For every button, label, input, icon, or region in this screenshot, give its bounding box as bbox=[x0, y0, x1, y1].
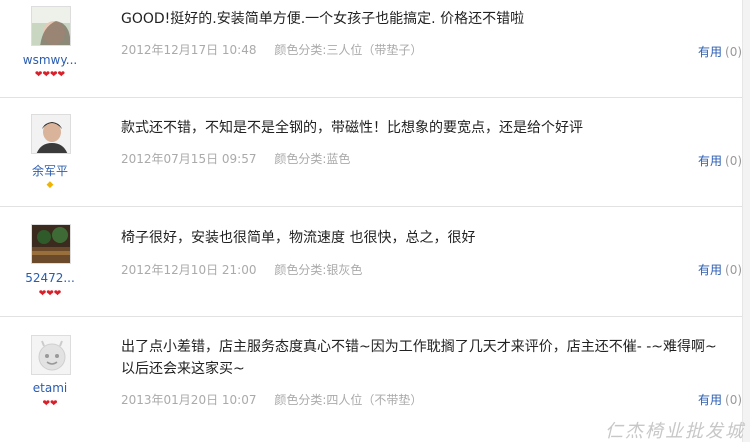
diamond-icon: ◆ bbox=[46, 180, 54, 190]
review-date: 2012年12月17日 10:48 bbox=[121, 43, 257, 57]
user-avatar[interactable] bbox=[31, 224, 71, 264]
review-text: 椅子很好，安装也很简单，物流速度 也很快，总之，很好 bbox=[121, 230, 476, 246]
review-text: 出了点小差错，店主服务态度真心不错~因为工作耽搁了几天才来评价，店主还不催- -… bbox=[121, 339, 717, 377]
useful-button[interactable]: 有用 bbox=[698, 393, 722, 407]
buyer-rank-badge: ❤❤ bbox=[0, 399, 100, 409]
review-meta: 2012年07月15日 09:57 颜色分类:蓝色 bbox=[121, 150, 350, 167]
useful-button[interactable]: 有用 bbox=[698, 263, 722, 277]
useful-button[interactable]: 有用 bbox=[698, 45, 722, 59]
review-text: 款式还不错，不知是不是全钢的，带磁性！比想象的要宽点，还是给个好评 bbox=[121, 120, 583, 136]
useful-vote[interactable]: 有用 (0) bbox=[698, 391, 742, 408]
useful-count: (0) bbox=[725, 154, 743, 168]
review-date: 2012年12月10日 21:00 bbox=[121, 263, 257, 277]
review-text: GOOD!挺好的.安装简单方便.一个女孩子也能搞定. 价格还不错啦 bbox=[121, 11, 525, 27]
buyer-rank-badge: ❤❤❤❤ bbox=[0, 70, 100, 80]
review-item: 52472... ❤❤❤ 椅子很好，安装也很简单，物流速度 也很快，总之，很好 … bbox=[0, 207, 750, 317]
useful-vote[interactable]: 有用 (0) bbox=[698, 43, 742, 60]
review-meta: 2012年12月10日 21:00 颜色分类:银灰色 bbox=[121, 261, 362, 278]
buyer-rank-badge: ◆ bbox=[0, 180, 100, 190]
useful-button[interactable]: 有用 bbox=[698, 154, 722, 168]
variant-info: 颜色分类:银灰色 bbox=[274, 263, 363, 277]
shop-watermark: 仁杰椅业批发城 bbox=[605, 421, 745, 442]
username[interactable]: 52472... bbox=[0, 271, 100, 285]
useful-vote[interactable]: 有用 (0) bbox=[698, 261, 742, 278]
buyer-rank-badge: ❤❤❤ bbox=[0, 289, 100, 299]
variant-info: 颜色分类:三人位（带垫子） bbox=[274, 43, 423, 57]
useful-count: (0) bbox=[725, 393, 743, 407]
review-item: wsmwy... ❤❤❤❤ GOOD!挺好的.安装简单方便.一个女孩子也能搞定.… bbox=[0, 0, 750, 98]
useful-vote[interactable]: 有用 (0) bbox=[698, 152, 742, 169]
username[interactable]: etami bbox=[0, 381, 100, 395]
review-date: 2012年07月15日 09:57 bbox=[121, 152, 257, 166]
useful-count: (0) bbox=[725, 263, 743, 277]
scrollbar-track[interactable] bbox=[742, 0, 750, 442]
user-avatar[interactable] bbox=[31, 335, 71, 375]
heart-icon: ❤❤ bbox=[42, 399, 58, 409]
username[interactable]: wsmwy... bbox=[0, 53, 100, 67]
user-avatar[interactable] bbox=[31, 114, 71, 154]
variant-info: 颜色分类:蓝色 bbox=[274, 152, 351, 166]
user-avatar[interactable] bbox=[31, 6, 71, 46]
review-meta: 2012年12月17日 10:48 颜色分类:三人位（带垫子） bbox=[121, 41, 422, 58]
review-item: 余军平 ◆ 款式还不错，不知是不是全钢的，带磁性！比想象的要宽点，还是给个好评 … bbox=[0, 98, 750, 207]
review-date: 2013年01月20日 10:07 bbox=[121, 393, 257, 407]
heart-icon: ❤❤❤❤ bbox=[34, 70, 66, 80]
useful-count: (0) bbox=[725, 45, 743, 59]
review-meta: 2013年01月20日 10:07 颜色分类:四人位（不带垫） bbox=[121, 391, 422, 408]
variant-info: 颜色分类:四人位（不带垫） bbox=[274, 393, 423, 407]
heart-icon: ❤❤❤ bbox=[38, 289, 62, 299]
username[interactable]: 余军平 bbox=[0, 162, 100, 179]
